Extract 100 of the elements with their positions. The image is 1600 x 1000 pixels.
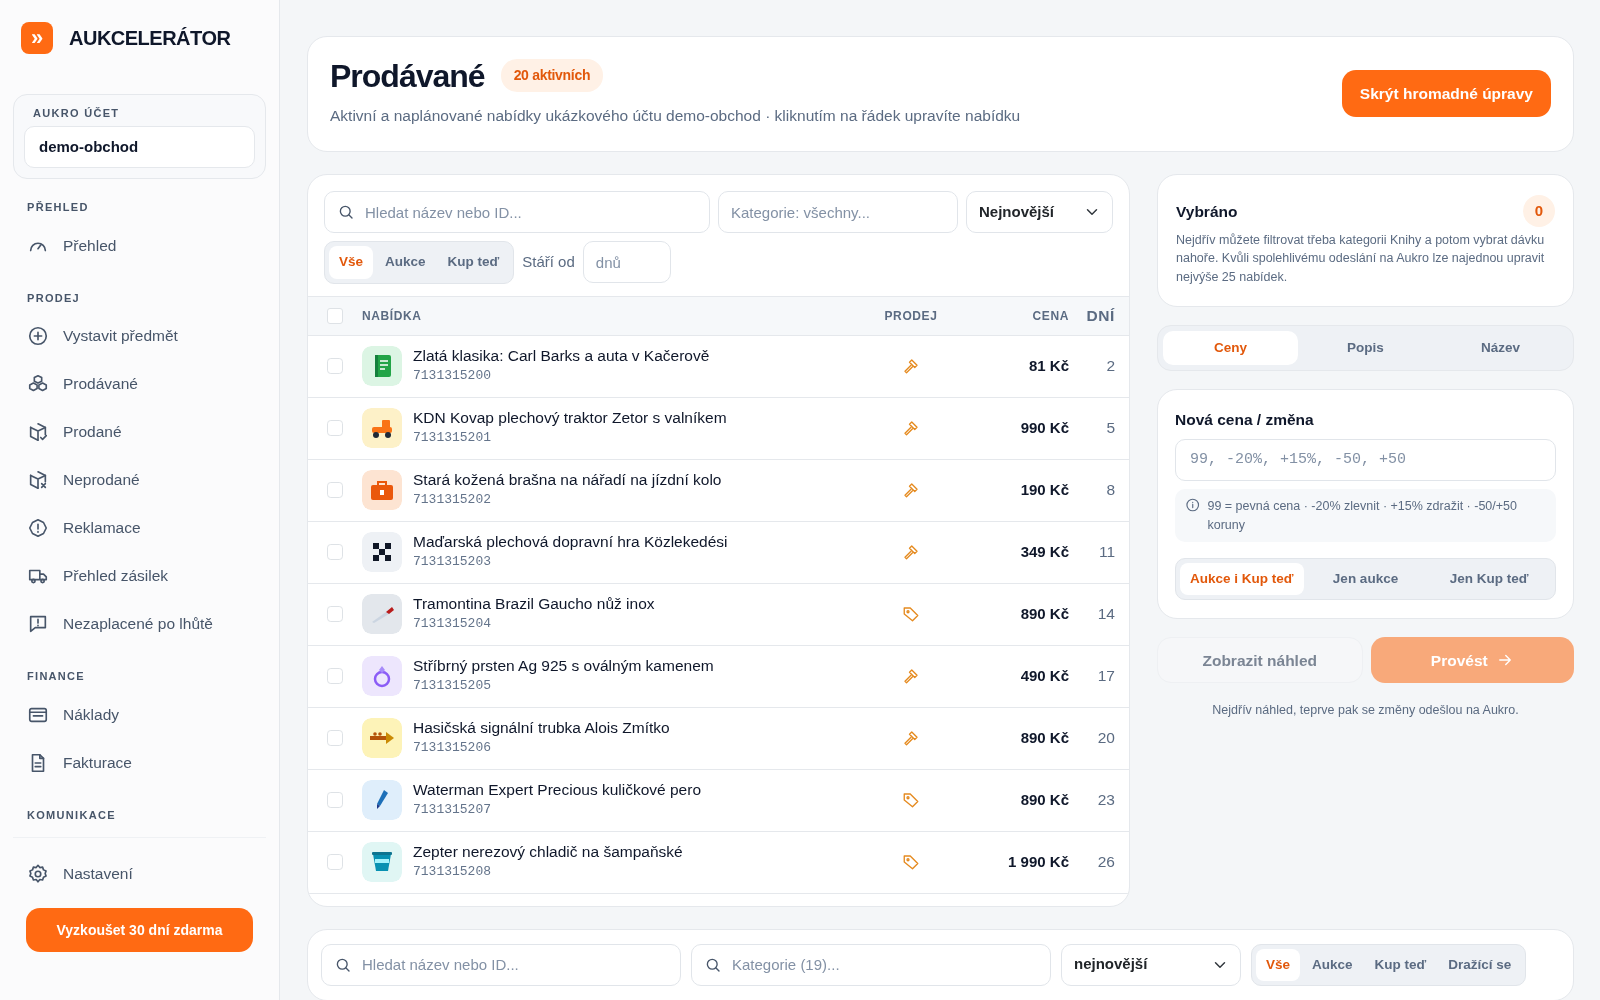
item-thumbnail-icon [362, 780, 402, 820]
price-cell-text: 890 Kč [1019, 603, 1069, 624]
count-badge: 20 aktivních [500, 59, 604, 92]
info-icon [1185, 496, 1201, 513]
price-cell-text: 1 990 Kč [1007, 851, 1069, 872]
sort-select[interactable]: nejnovější [1061, 943, 1241, 986]
page-subtitle: Aktivní a naplánované nabídky ukázkového účtu demo-obchod · kliknutím na řádek upravíte nabídku [330, 106, 1022, 126]
plus-circle-icon [27, 325, 49, 347]
offer-id: 7131315204 [413, 614, 492, 633]
hide-bulk-edit-button[interactable]: Skrýt hromadné úpravy [1341, 69, 1551, 117]
filter-tab[interactable]: Kup teď [437, 246, 510, 279]
selection-count: 0 [1523, 195, 1555, 228]
row-checkbox[interactable] [327, 668, 343, 684]
price-cell-text: 990 Kč [1019, 417, 1069, 438]
hint-text: 99 = pevná cena · -20% zlevnit · +15% zdražit · -50/+50 koruny [1207, 497, 1518, 534]
offer-title: Zlatá klasika: Carl Barks a auta v Kačerově [413, 346, 710, 366]
section-title: KOMUNIKACE [26, 807, 117, 823]
item-thumbnail-icon [362, 718, 402, 758]
offer-id: 7131315202 [413, 490, 492, 509]
offer-title: Stříbrný prsten Ag 925 s oválným kamenem [413, 656, 714, 676]
item-thumbnail-icon [362, 346, 402, 386]
note-text: Nejdřív náhled, teprve pak se změny odešlou na Aukro. [1211, 702, 1520, 720]
price-cell-text: 190 Kč [1019, 479, 1069, 500]
row-checkbox[interactable] [327, 482, 343, 498]
filter-tab[interactable]: Název [1433, 330, 1568, 365]
section-title: PRODEJ [26, 290, 82, 306]
column-header: DNÍ [1086, 306, 1115, 324]
section-title: PŘEHLED [26, 200, 90, 215]
sidebar-item[interactable]: Reklamace [13, 504, 266, 552]
brand-name: AUKCELERÁTOR [69, 26, 231, 51]
price-input-field[interactable]: 99, -20%, +15%, -50, +50 [1175, 438, 1556, 481]
account-field[interactable]: demo-obchod [24, 125, 255, 168]
offer-title: Maďarská plechová dopravní hra Közlekedési [413, 532, 728, 552]
offer-id: 7131315200 [413, 366, 492, 385]
row-checkbox[interactable] [327, 544, 343, 560]
sidebar-item[interactable]: Přehled zásilek [13, 552, 266, 600]
days-cell-text: 20 [1096, 728, 1116, 749]
sidebar-item[interactable]: Nastavení [13, 850, 266, 898]
row-checkbox[interactable] [327, 854, 343, 870]
filter-tab[interactable]: Ceny [1163, 330, 1298, 365]
filter-tab[interactable]: Vše [1256, 948, 1301, 981]
days-cell-text: 26 [1096, 852, 1116, 873]
filter-tab[interactable]: Aukce [1302, 948, 1363, 981]
page-title: Prodávané [330, 59, 485, 92]
item-thumbnail-icon [362, 408, 402, 448]
category-field[interactable]: Kategorie: všechny... [718, 191, 958, 234]
sidebar-item[interactable]: Nezaplacené po lhůtě [13, 600, 266, 648]
column-header: CENA [1032, 308, 1069, 323]
filter-tab[interactable]: Aukce i Kup teď [1180, 563, 1304, 596]
row-checkbox[interactable] [327, 420, 343, 436]
offer-id: 7131315208 [413, 862, 492, 881]
days-cell-text: 14 [1096, 604, 1116, 625]
account-label: AUKRO ÚČET [32, 106, 121, 121]
select-all-checkbox[interactable] [327, 307, 343, 324]
days-cell-text: 8 [1105, 480, 1116, 501]
search-field[interactable]: Hledat název nebo ID... [321, 943, 681, 986]
filter-tab[interactable]: Aukce [375, 246, 436, 279]
sidebar-item[interactable]: Náklady [13, 690, 266, 739]
sidebar-item[interactable]: Neprodané [13, 456, 266, 504]
item-thumbnail-icon [362, 594, 402, 634]
selection-help-text: Nejdřív můžete filtrovat třeba kategorii Knihy a potom vybrat dávku nahoře. Kvůli spolehlivému odeslání na Aukro lze najednou upravit nejvýše 25 nabídek. [1176, 232, 1546, 286]
days-cell-text: 2 [1105, 356, 1116, 377]
offer-id: 7131315201 [413, 428, 492, 447]
sidebar-item[interactable]: Přehled [13, 221, 266, 270]
age-field[interactable]: dnů [582, 241, 671, 284]
filter-tab[interactable]: Vše [329, 246, 374, 279]
logo-icon: » [21, 22, 53, 54]
price-cell-text: 81 Kč [1027, 355, 1069, 376]
filter-tab[interactable]: Popis [1298, 330, 1433, 365]
price-cell-text: 890 Kč [1019, 727, 1069, 748]
column-header: NABÍDKA [362, 307, 422, 325]
filter-tab[interactable]: Kup teď [1364, 948, 1437, 981]
filter-tab[interactable]: Jen aukce [1303, 563, 1428, 596]
settings-icon [27, 863, 49, 885]
sidebar-item[interactable]: Prodávané [13, 360, 266, 408]
offer-id: 7131315207 [413, 800, 492, 819]
row-checkbox[interactable] [327, 792, 343, 808]
category-field[interactable]: Kategorie (19)... [691, 943, 1051, 986]
row-checkbox[interactable] [327, 358, 343, 374]
row-checkbox[interactable] [327, 606, 343, 622]
sidebar-item[interactable]: Fakturace [13, 738, 266, 787]
column-header: PRODEJ [884, 307, 938, 325]
days-cell-text: 17 [1096, 666, 1116, 687]
filter-tab[interactable]: Jen Kup teď [1427, 563, 1551, 596]
item-thumbnail-icon [362, 470, 402, 510]
price-cell-text: 890 Kč [1019, 789, 1069, 810]
price-cell-text: 490 Kč [1019, 665, 1069, 686]
preview-button[interactable]: Zobrazit náhled [1157, 637, 1363, 684]
item-thumbnail-icon [362, 842, 402, 882]
sidebar-item[interactable]: Prodané [13, 408, 266, 456]
offer-id: 7131315205 [413, 676, 492, 695]
row-checkbox[interactable] [327, 730, 343, 746]
sort-select[interactable]: Nejnovější [966, 191, 1113, 234]
trial-button[interactable]: Vyzkoušet 30 dní zdarma [26, 908, 253, 952]
selection-title: Vybráno [1176, 201, 1238, 222]
sidebar-item[interactable]: Vystavit předmět [13, 312, 266, 360]
filter-tab[interactable]: Dražící se [1438, 948, 1522, 981]
search-field[interactable]: Hledat název nebo ID... [324, 191, 710, 234]
days-cell-text: 11 [1097, 542, 1116, 563]
item-thumbnail-icon [362, 656, 402, 696]
